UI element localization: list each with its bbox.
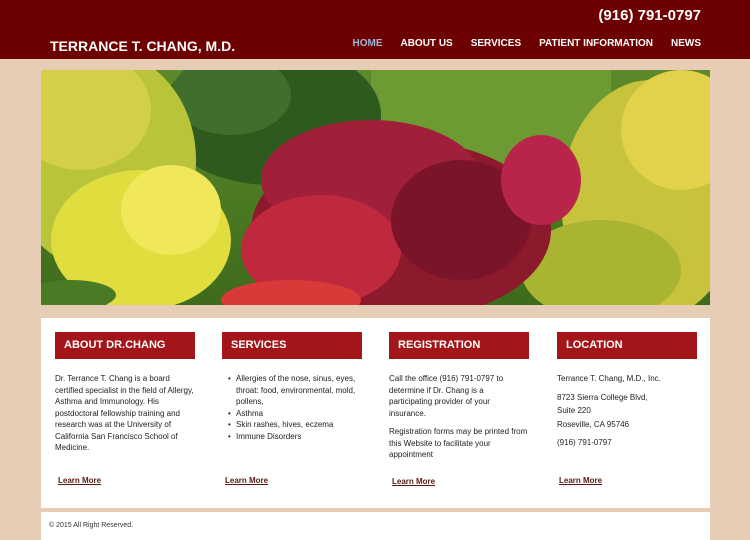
nav-about-us[interactable]: ABOUT US bbox=[400, 38, 452, 49]
registration-text-block: Call the office (916) 791-0797 to determ… bbox=[389, 373, 529, 461]
info-panel: ABOUT DR.CHANG Dr. Terrance T. Chang is … bbox=[41, 318, 710, 508]
registration-heading: REGISTRATION bbox=[389, 332, 529, 359]
garden-photo bbox=[41, 70, 710, 305]
location-heading: LOCATION bbox=[557, 332, 697, 359]
footer: © 2015 All Right Reserved. bbox=[41, 512, 710, 540]
nav-patient-information[interactable]: PATIENT INFORMATION bbox=[539, 38, 653, 49]
services-text-block: Allergies of the nose, sinus, eyes, thro… bbox=[222, 373, 362, 442]
registration-column: REGISTRATION Call the office (916) 791-0… bbox=[389, 332, 529, 468]
header-bar: (916) 791-0797 TERRANCE T. CHANG, M.D. H… bbox=[0, 0, 750, 59]
services-learn-more-link[interactable]: Learn More bbox=[225, 476, 268, 485]
services-column: SERVICES Allergies of the nose, sinus, e… bbox=[222, 332, 362, 442]
location-text-block: Terrance T. Chang, M.D., Inc. 8723 Sierr… bbox=[557, 373, 697, 449]
location-suite: Suite 220 bbox=[557, 406, 591, 415]
site-logo[interactable]: TERRANCE T. CHANG, M.D. bbox=[50, 38, 235, 54]
nav-news[interactable]: NEWS bbox=[671, 38, 701, 49]
copyright-text: © 2015 All Right Reserved. bbox=[49, 522, 134, 529]
location-learn-more-link[interactable]: Learn More bbox=[559, 476, 602, 485]
about-learn-more-link[interactable]: Learn More bbox=[58, 476, 101, 485]
registration-text-1: Call the office (916) 791-0797 to determ… bbox=[389, 374, 504, 418]
registration-text-2: Registration forms may be printed from t… bbox=[389, 427, 528, 459]
location-city: Roseville, CA 95746 bbox=[557, 419, 630, 429]
about-text-block: Dr. Terrance T. Chang is a board certifi… bbox=[55, 373, 195, 454]
registration-learn-more-link[interactable]: Learn More bbox=[392, 477, 435, 486]
location-street: 8723 Sierra College Blvd, bbox=[557, 392, 648, 402]
location-name: Terrance T. Chang, M.D., Inc. bbox=[557, 374, 661, 383]
services-item: Allergies of the nose, sinus, eyes, thro… bbox=[228, 373, 362, 408]
header-phone[interactable]: (916) 791-0797 bbox=[598, 7, 701, 24]
nav-home[interactable]: HOME bbox=[352, 38, 382, 49]
about-column: ABOUT DR.CHANG Dr. Terrance T. Chang is … bbox=[55, 332, 195, 461]
location-column: LOCATION Terrance T. Chang, M.D., Inc. 8… bbox=[557, 332, 697, 456]
main-nav: HOME ABOUT US SERVICES PATIENT INFORMATI… bbox=[352, 38, 701, 49]
hero-image bbox=[41, 70, 710, 305]
about-heading: ABOUT DR.CHANG bbox=[55, 332, 195, 359]
services-item: Immune Disorders bbox=[228, 431, 362, 443]
services-list: Allergies of the nose, sinus, eyes, thro… bbox=[222, 373, 362, 442]
services-heading: SERVICES bbox=[222, 332, 362, 359]
services-item: Skin rashes, hives, eczema bbox=[228, 419, 362, 431]
services-item: Asthma bbox=[228, 408, 362, 420]
nav-services[interactable]: SERVICES bbox=[471, 38, 521, 49]
about-text: Dr. Terrance T. Chang is a board certifi… bbox=[55, 374, 194, 452]
location-phone: (916) 791-0797 bbox=[557, 438, 612, 447]
